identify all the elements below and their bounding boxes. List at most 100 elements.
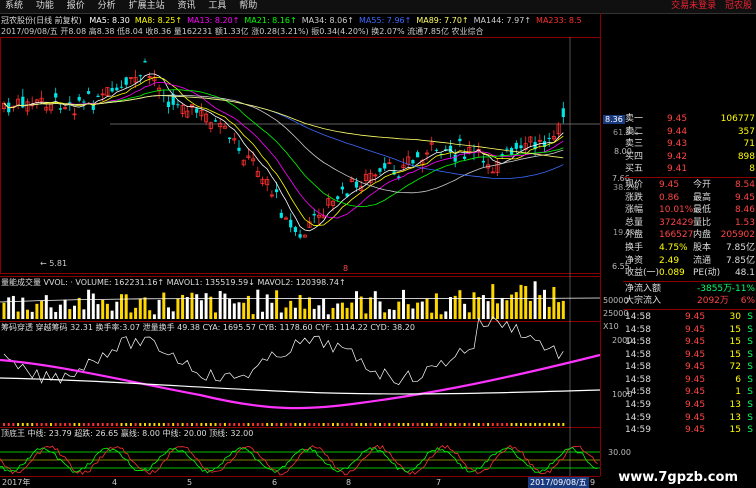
tick-row: 14:58 9.45 6 S <box>623 374 756 387</box>
stat-row: 净资 2.49 流通 7.85亿 <box>623 255 756 268</box>
chip-marker <box>238 423 240 426</box>
candle-body <box>458 138 462 142</box>
volume-bar <box>561 300 565 319</box>
candle-body <box>119 86 124 88</box>
chip-marker <box>172 423 175 426</box>
volume-bar <box>312 308 316 319</box>
volume-bar <box>439 314 443 319</box>
chip-marker <box>256 423 259 426</box>
chip-marker <box>129 423 132 426</box>
chip-marker <box>214 423 217 426</box>
chip-marker <box>440 423 443 426</box>
tick-row: 14:58 9.45 1 S <box>623 386 756 399</box>
volume-bar <box>425 298 429 319</box>
chip-marker <box>397 423 400 426</box>
chip-marker <box>350 423 353 426</box>
chip-marker <box>482 423 485 426</box>
stat-v2: 7.85亿 <box>725 242 755 253</box>
order-book-row[interactable]: 买四 9.42 898 <box>623 151 756 164</box>
tick-flag: S <box>747 387 753 398</box>
chip-marker <box>87 423 90 426</box>
candle-body <box>519 145 523 149</box>
order-volume: 106777 <box>720 114 755 124</box>
candle-body <box>143 60 147 63</box>
date-axis-cursor: 2017/09/08/五 <box>528 477 589 488</box>
order-label: 卖一 <box>625 114 644 124</box>
volume-bar <box>162 292 166 319</box>
chip-marker <box>280 423 283 426</box>
volume-bar <box>402 289 405 319</box>
chip-line-white2 <box>0 377 601 395</box>
order-book-row[interactable]: 卖三 9.43 71 <box>623 138 756 151</box>
tick-flag: S <box>747 362 753 373</box>
chip-marker <box>97 423 99 426</box>
chip-marker <box>327 423 330 426</box>
volume-bar <box>505 300 509 319</box>
chip-marker <box>548 423 551 426</box>
chip-marker <box>505 423 508 426</box>
tick-flag: S <box>747 412 753 423</box>
chip-marker <box>510 423 513 426</box>
chip-marker <box>73 423 76 426</box>
stat-l1: 净资 <box>625 255 644 266</box>
chip-marker <box>285 423 287 426</box>
chip-marker <box>407 423 410 426</box>
candle-body <box>213 120 218 122</box>
chip-marker <box>148 423 151 426</box>
order-book: 卖一 9.45 106777 卖二 9.44 357 卖三 9.43 71 买四 9.42 898 买五… <box>623 113 756 176</box>
volume-bar <box>355 291 358 319</box>
chip-marker <box>247 423 250 426</box>
candle-body <box>77 96 81 101</box>
tick-row: 14:58 9.45 72 S <box>623 361 756 374</box>
tick-volume: 6 <box>735 374 741 385</box>
volume-bar <box>528 300 532 319</box>
candle-body <box>340 186 344 190</box>
chip-marker <box>303 423 306 426</box>
chip-marker <box>421 423 424 426</box>
chip-marker <box>534 423 537 426</box>
chip-marker <box>3 423 5 426</box>
candle-body <box>463 156 467 159</box>
chip-legend: 筹码穿透 穿越筹码 32.31 换手率:3.07 泄量换手 49.38 CYA:… <box>1 323 415 332</box>
chip-marker <box>162 423 165 426</box>
chip-marker <box>111 423 114 426</box>
volume-bar <box>496 303 499 319</box>
chip-marker <box>383 423 386 426</box>
candle-body <box>481 160 485 163</box>
money-flow: 净流入额 -3855万 -11% 大宗流入 2092万 6% <box>623 283 756 308</box>
flow-row: 净流入额 -3855万 -11% <box>623 283 756 296</box>
candle-body <box>115 87 119 91</box>
volume-bar <box>322 298 326 319</box>
volume-bar <box>49 307 53 319</box>
order-book-row[interactable]: 卖一 9.45 106777 <box>623 113 756 126</box>
tick-row: 14:59 9.45 15 S <box>623 424 756 437</box>
chip-marker <box>449 423 452 426</box>
ma-line <box>3 95 564 180</box>
volume-bar <box>317 305 321 319</box>
stat-row: 涨幅 10.01% 最低 8.46 <box>623 204 756 217</box>
volume-bar <box>129 312 133 319</box>
chip-marker <box>270 423 273 426</box>
candle-body <box>336 196 340 200</box>
order-book-row[interactable]: 买五 9.41 8 <box>623 163 756 176</box>
stat-v2: 8.46 <box>734 205 755 216</box>
candle-body <box>293 227 297 232</box>
chip-marker <box>379 423 381 426</box>
chip-marker <box>275 423 278 426</box>
order-book-row[interactable]: 卖二 9.44 357 <box>623 126 756 139</box>
ma-line <box>3 89 564 208</box>
osc-legend: 顶底王 中线: 23.79 超跌: 26.65 赢线: 8.00 中线: 20.… <box>1 429 254 438</box>
chip-marker <box>313 423 316 426</box>
chip-marker <box>68 423 71 426</box>
chip-marker <box>167 423 170 426</box>
volume-bar <box>533 281 537 319</box>
chip-marker <box>176 423 179 426</box>
date-axis-9: 9 <box>590 478 596 487</box>
candle-body <box>96 95 100 98</box>
candle-body <box>561 108 565 118</box>
stat-l1: 涨跌 <box>625 192 644 203</box>
chip-marker <box>322 423 325 426</box>
candle-body <box>453 154 457 162</box>
chip-marker <box>308 423 311 426</box>
volume-bar <box>124 294 128 319</box>
